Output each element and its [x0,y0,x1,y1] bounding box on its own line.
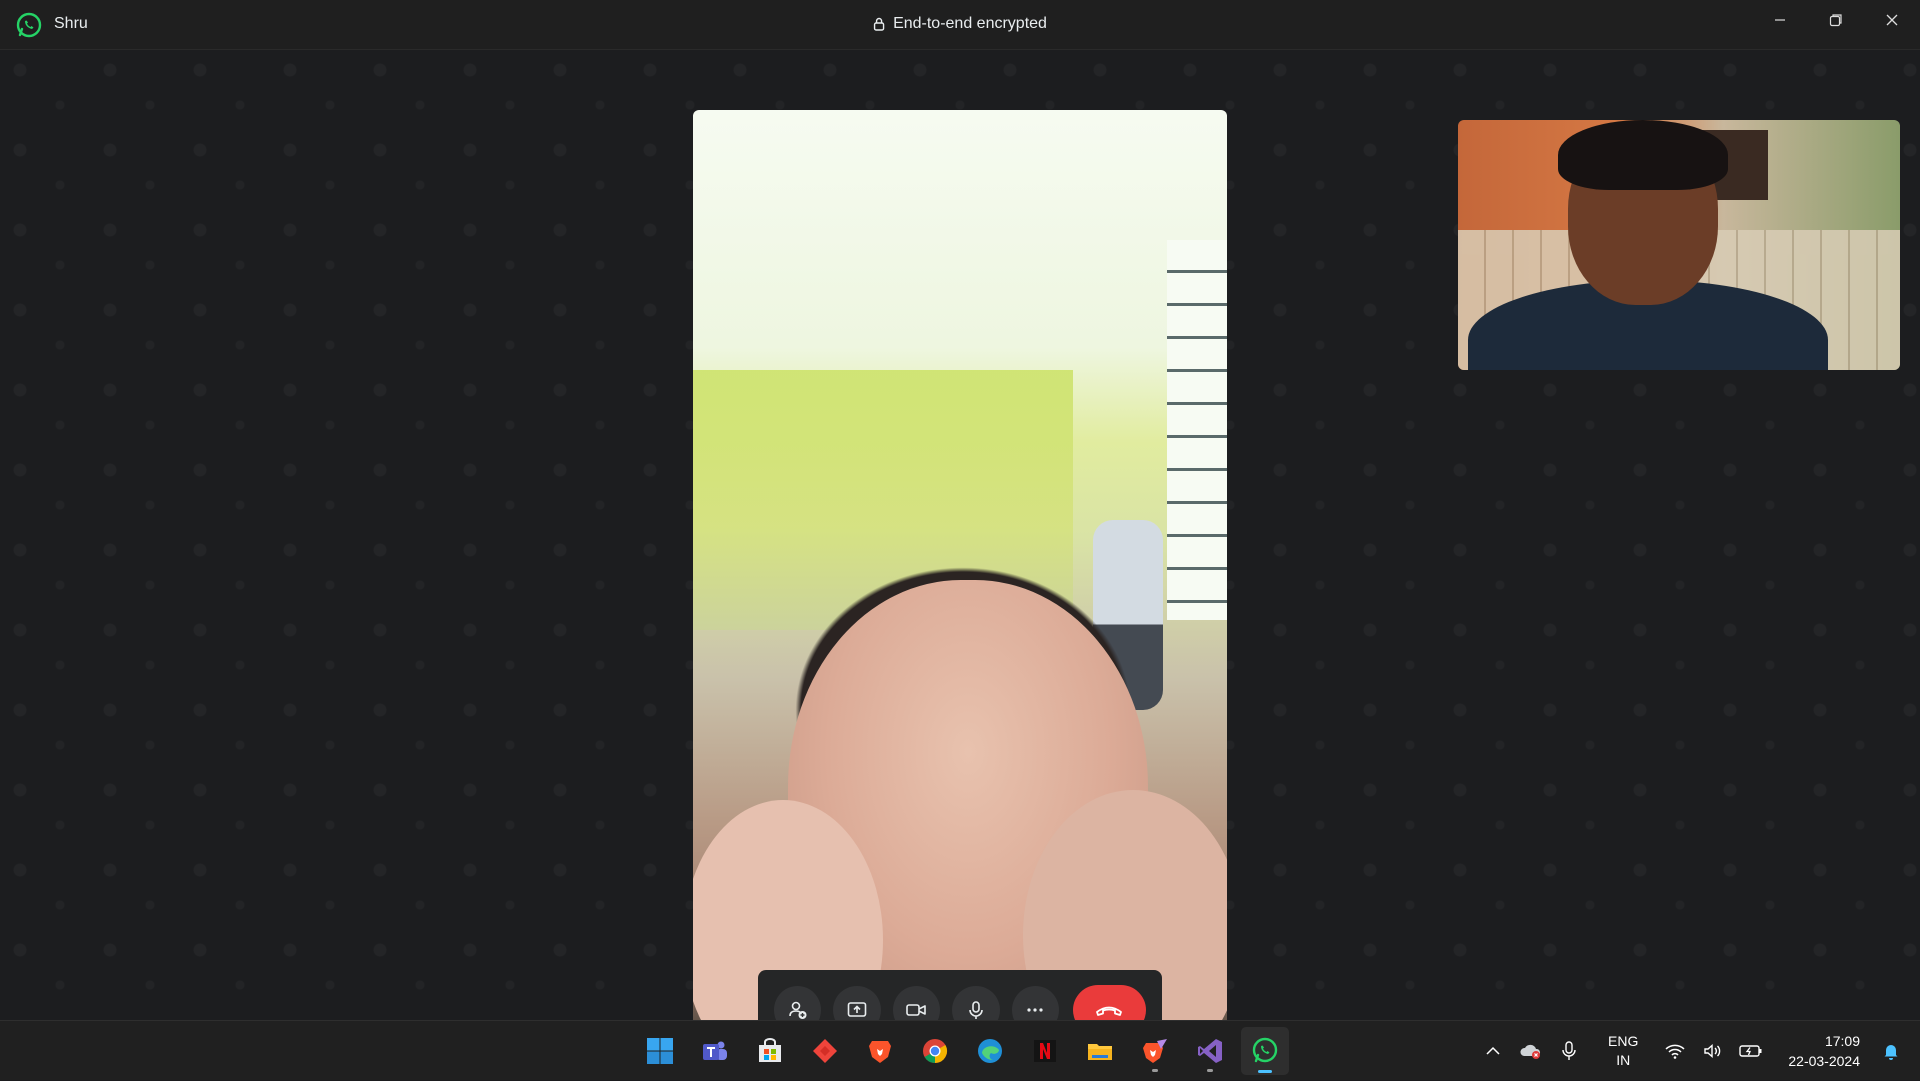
edge-app[interactable] [966,1027,1014,1075]
minimize-icon [1775,19,1785,21]
whatsapp-icon [1252,1037,1278,1063]
chrome-app[interactable] [911,1027,959,1075]
microphone-icon [969,1000,983,1019]
more-options-icon [1027,1007,1043,1012]
minimize-button[interactable] [1752,0,1808,40]
add-participant-icon [788,1001,807,1019]
contact-name: Shru [54,15,88,32]
language-code: ENG [1608,1033,1639,1049]
wifi-status[interactable] [1660,1036,1690,1066]
brave-nightly-icon [1143,1039,1167,1063]
bell-icon [1884,1045,1898,1060]
windows-logo-icon [647,1038,673,1064]
wifi-icon [1665,1044,1685,1059]
chevron-up-icon [1486,1046,1500,1055]
teams-icon [703,1041,727,1060]
chrome-icon [923,1039,948,1063]
speaker-icon [1704,1043,1721,1059]
region-code: IN [1616,1052,1631,1068]
battery-charging-icon [1739,1045,1762,1057]
lock-icon [873,17,885,31]
netflix-icon [1034,1040,1056,1062]
folder-icon [1088,1044,1112,1060]
remote-video-feed [693,110,1227,1060]
edge-icon [978,1039,1002,1063]
cloud-error-icon [1520,1044,1541,1059]
window-controls [1752,0,1920,40]
volume-status[interactable] [1698,1036,1728,1066]
whatsapp-app[interactable] [1241,1027,1289,1075]
video-camera-icon [906,1003,927,1016]
title-bar: Shru End-to-end encrypted [0,0,1920,50]
start-button[interactable] [636,1027,684,1075]
visual-studio-app[interactable] [1186,1027,1234,1075]
encryption-status: End-to-end encrypted [873,15,1047,33]
system-tray: ENG IN 17:09 22-03-2024 [1474,1021,1920,1081]
whatsapp-logo-icon [16,12,42,38]
brave-app[interactable] [856,1027,904,1075]
clock[interactable]: 17:09 22-03-2024 [1788,1031,1860,1071]
battery-status[interactable] [1736,1036,1766,1066]
store-app[interactable] [746,1027,794,1075]
microphone-icon [1562,1041,1576,1060]
share-screen-icon [847,1001,867,1017]
end-call-icon [1096,1006,1123,1016]
store-icon [759,1038,781,1062]
brave-nightly-app[interactable] [1131,1027,1179,1075]
clock-date: 22-03-2024 [1788,1053,1860,1069]
close-icon [1886,14,1898,26]
teams-app[interactable] [691,1027,739,1075]
close-button[interactable] [1864,0,1920,40]
anydesk-app[interactable] [801,1027,849,1075]
windows-taskbar: ENG IN 17:09 22-03-2024 [0,1020,1920,1080]
restore-button[interactable] [1808,0,1864,40]
notifications-button[interactable] [1876,1036,1906,1066]
encryption-label: End-to-end encrypted [893,15,1047,32]
restore-icon [1829,14,1842,27]
anydesk-icon [813,1039,837,1063]
input-language-indicator[interactable]: ENG IN [1608,1032,1638,1070]
file-explorer-app[interactable] [1076,1027,1124,1075]
brave-icon [869,1041,891,1063]
call-background [0,50,1920,1060]
show-hidden-icons-button[interactable] [1478,1036,1508,1066]
onedrive-status[interactable] [1516,1036,1546,1066]
clock-time: 17:09 [1824,1033,1860,1049]
visual-studio-icon [1198,1039,1222,1063]
microphone-in-use[interactable] [1554,1036,1584,1066]
self-video-preview[interactable] [1458,120,1900,370]
taskbar-apps [636,1027,1289,1075]
netflix-app[interactable] [1021,1027,1069,1075]
